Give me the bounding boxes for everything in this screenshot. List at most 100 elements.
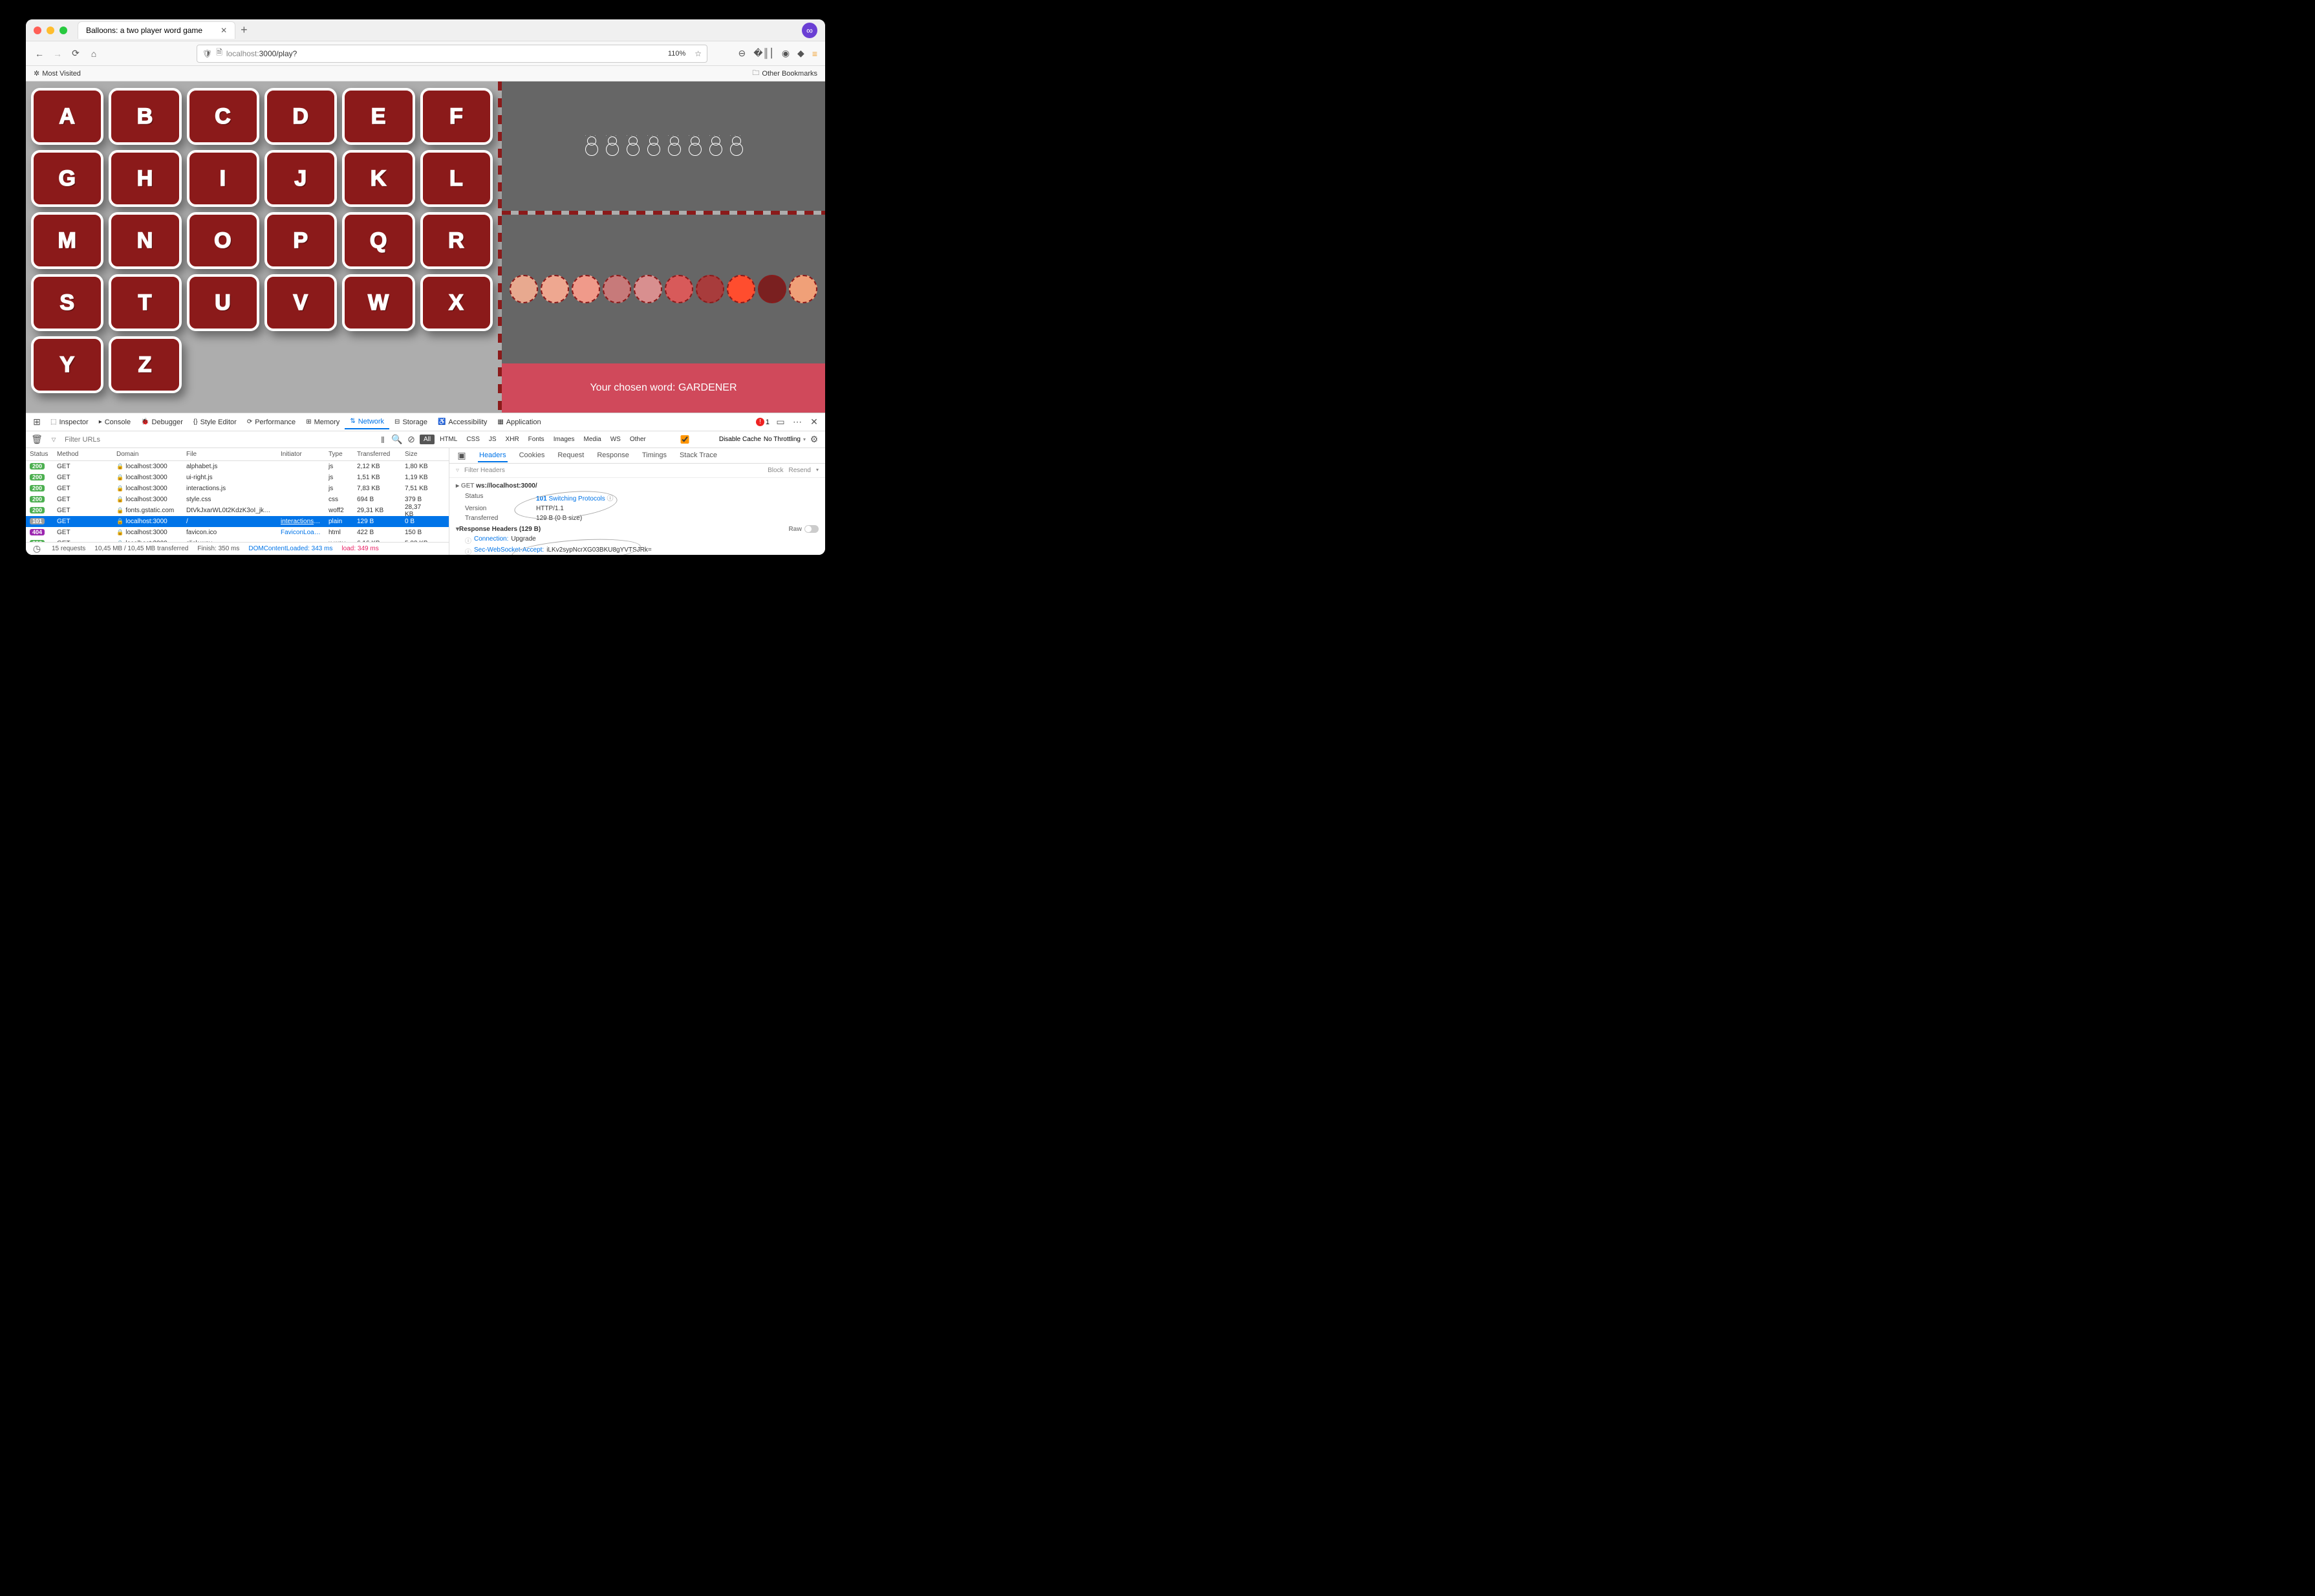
letter-tile-l[interactable]: L bbox=[420, 150, 493, 207]
raw-toggle[interactable] bbox=[804, 525, 819, 533]
filter-pill-other[interactable]: Other bbox=[626, 435, 650, 444]
devtools-tab-inspector[interactable]: ⬚Inspector bbox=[45, 415, 94, 429]
close-window-button[interactable] bbox=[34, 27, 41, 34]
filter-pill-images[interactable]: Images bbox=[550, 435, 579, 444]
letter-tile-m[interactable]: M bbox=[31, 212, 103, 269]
letter-tile-f[interactable]: F bbox=[420, 88, 493, 145]
url-bar[interactable]: 🛡 🗎 localhost:3000/play? 110% ☆ bbox=[197, 45, 707, 63]
letter-tile-s[interactable]: S bbox=[31, 274, 103, 331]
details-tab-response[interactable]: Response bbox=[596, 449, 630, 462]
details-tab-request[interactable]: Request bbox=[556, 449, 585, 462]
color-ball[interactable] bbox=[603, 275, 631, 303]
maximize-window-button[interactable] bbox=[59, 27, 67, 34]
filter-pill-all[interactable]: All bbox=[420, 435, 435, 444]
letter-tile-u[interactable]: U bbox=[187, 274, 259, 331]
search-icon[interactable]: 🔍 bbox=[391, 434, 403, 445]
network-row[interactable]: 200GET🔒localhost:3000ui-right.jsjs1,51 K… bbox=[26, 472, 449, 483]
funnel-icon[interactable]: ▿ bbox=[456, 467, 459, 474]
filter-pill-js[interactable]: JS bbox=[485, 435, 501, 444]
letter-tile-y[interactable]: Y bbox=[31, 336, 103, 393]
back-button[interactable]: ← bbox=[34, 49, 45, 59]
letter-tile-q[interactable]: Q bbox=[342, 212, 415, 269]
letter-tile-t[interactable]: T bbox=[109, 274, 181, 331]
color-ball[interactable] bbox=[696, 275, 724, 303]
new-tab-button[interactable]: + bbox=[241, 23, 248, 37]
filter-pill-ws[interactable]: WS bbox=[607, 435, 625, 444]
details-tab-stack-trace[interactable]: Stack Trace bbox=[678, 449, 718, 462]
devtools-tab-style-editor[interactable]: {}Style Editor bbox=[188, 415, 242, 429]
settings-gear-icon[interactable]: ⚙ bbox=[808, 434, 820, 445]
block-button[interactable]: Block bbox=[768, 467, 783, 474]
color-ball[interactable] bbox=[510, 275, 538, 303]
letter-tile-b[interactable]: B bbox=[109, 88, 181, 145]
network-row[interactable]: 101GET🔒localhost:3000/interactions.js:1…… bbox=[26, 516, 449, 527]
details-tab-headers[interactable]: Headers bbox=[478, 449, 508, 462]
color-ball[interactable] bbox=[634, 275, 662, 303]
letter-tile-r[interactable]: R bbox=[420, 212, 493, 269]
other-bookmarks-link[interactable]: 🗀Other Bookmarks bbox=[752, 67, 817, 80]
letter-tile-w[interactable]: W bbox=[342, 274, 415, 331]
devtools-tab-memory[interactable]: ⊞Memory bbox=[301, 415, 345, 429]
error-indicator[interactable]: !1 bbox=[756, 418, 770, 426]
letter-tile-d[interactable]: D bbox=[264, 88, 337, 145]
devtools-tab-network[interactable]: ⇅Network bbox=[345, 415, 389, 429]
letter-tile-o[interactable]: O bbox=[187, 212, 259, 269]
extension-icon-2[interactable]: ◆ bbox=[797, 48, 804, 59]
letter-tile-e[interactable]: E bbox=[342, 88, 415, 145]
minimize-window-button[interactable] bbox=[47, 27, 54, 34]
responsive-design-icon[interactable]: ▭ bbox=[775, 416, 786, 427]
color-ball[interactable] bbox=[789, 275, 817, 303]
devtools-tab-application[interactable]: ▦Application bbox=[492, 415, 546, 429]
letter-tile-n[interactable]: N bbox=[109, 212, 181, 269]
network-row[interactable]: 200GET🔒localhost:3000interactions.jsjs7,… bbox=[26, 483, 449, 494]
hamburger-menu-icon[interactable]: ≡ bbox=[812, 49, 817, 59]
devtools-tab-debugger[interactable]: 🐞Debugger bbox=[136, 415, 188, 429]
letter-tile-i[interactable]: I bbox=[187, 150, 259, 207]
profile-mask-icon[interactable]: ∞ bbox=[802, 23, 817, 38]
details-tab-cookies[interactable]: Cookies bbox=[518, 449, 546, 462]
letter-tile-p[interactable]: P bbox=[264, 212, 337, 269]
filter-pill-fonts[interactable]: Fonts bbox=[524, 435, 548, 444]
letter-tile-v[interactable]: V bbox=[264, 274, 337, 331]
stopwatch-icon[interactable]: ◷ bbox=[31, 543, 43, 554]
color-ball[interactable] bbox=[572, 275, 600, 303]
filter-pill-html[interactable]: HTML bbox=[436, 435, 461, 444]
home-button[interactable]: ⌂ bbox=[88, 49, 100, 59]
devtools-tab-accessibility[interactable]: ♿Accessibility bbox=[433, 415, 492, 429]
devtools-menu-icon[interactable]: ⋯ bbox=[791, 416, 803, 427]
get-section[interactable]: GET ws://localhost:3000/ bbox=[456, 480, 819, 491]
most-visited-link[interactable]: ✲Most Visited bbox=[34, 69, 81, 78]
color-ball[interactable] bbox=[665, 275, 693, 303]
pause-icon[interactable]: ‖ bbox=[377, 435, 389, 445]
letter-tile-g[interactable]: G bbox=[31, 150, 103, 207]
filter-urls-input[interactable] bbox=[65, 436, 129, 444]
extension-icon-1[interactable]: ◉ bbox=[782, 48, 790, 59]
color-ball[interactable] bbox=[758, 275, 786, 303]
filter-pill-media[interactable]: Media bbox=[579, 435, 605, 444]
bookmark-star-icon[interactable]: ☆ bbox=[694, 49, 702, 58]
filter-pill-xhr[interactable]: XHR bbox=[502, 435, 523, 444]
throttling-select[interactable]: No Throttling bbox=[764, 436, 801, 443]
forward-button[interactable]: → bbox=[52, 49, 63, 59]
letter-tile-h[interactable]: H bbox=[109, 150, 181, 207]
color-ball[interactable] bbox=[541, 275, 569, 303]
letter-tile-c[interactable]: C bbox=[187, 88, 259, 145]
network-row[interactable]: 404GET🔒localhost:3000favicon.icoFaviconL… bbox=[26, 527, 449, 538]
letter-tile-k[interactable]: K bbox=[342, 150, 415, 207]
devtools-tab-storage[interactable]: ⊟Storage bbox=[389, 415, 433, 429]
network-row[interactable]: 200GET🔒localhost:3000style.csscss694 B37… bbox=[26, 494, 449, 505]
devtools-tab-performance[interactable]: ⟳Performance bbox=[242, 415, 301, 429]
funnel-icon[interactable]: ▿ bbox=[48, 434, 59, 445]
close-tab-button[interactable]: ✕ bbox=[221, 26, 227, 35]
network-row[interactable]: 200GET🔒fonts.gstatic.comDtVkJxarWL0t2Kdz… bbox=[26, 505, 449, 516]
response-headers-section[interactable]: Response Headers (129 B)Raw bbox=[456, 523, 819, 535]
letter-tile-z[interactable]: Z bbox=[109, 336, 181, 393]
devtools-tab-console[interactable]: ▸Console bbox=[94, 415, 136, 429]
browser-tab[interactable]: Balloons: a two player word game ✕ bbox=[78, 21, 235, 39]
letter-tile-j[interactable]: J bbox=[264, 150, 337, 207]
filter-pill-css[interactable]: CSS bbox=[462, 435, 484, 444]
reload-button[interactable]: ⟳ bbox=[70, 48, 81, 59]
block-icon[interactable]: ⊘ bbox=[405, 434, 417, 445]
iframe-picker-icon[interactable]: ⊞ bbox=[31, 416, 43, 427]
pocket-icon[interactable]: ⊖ bbox=[738, 48, 746, 59]
